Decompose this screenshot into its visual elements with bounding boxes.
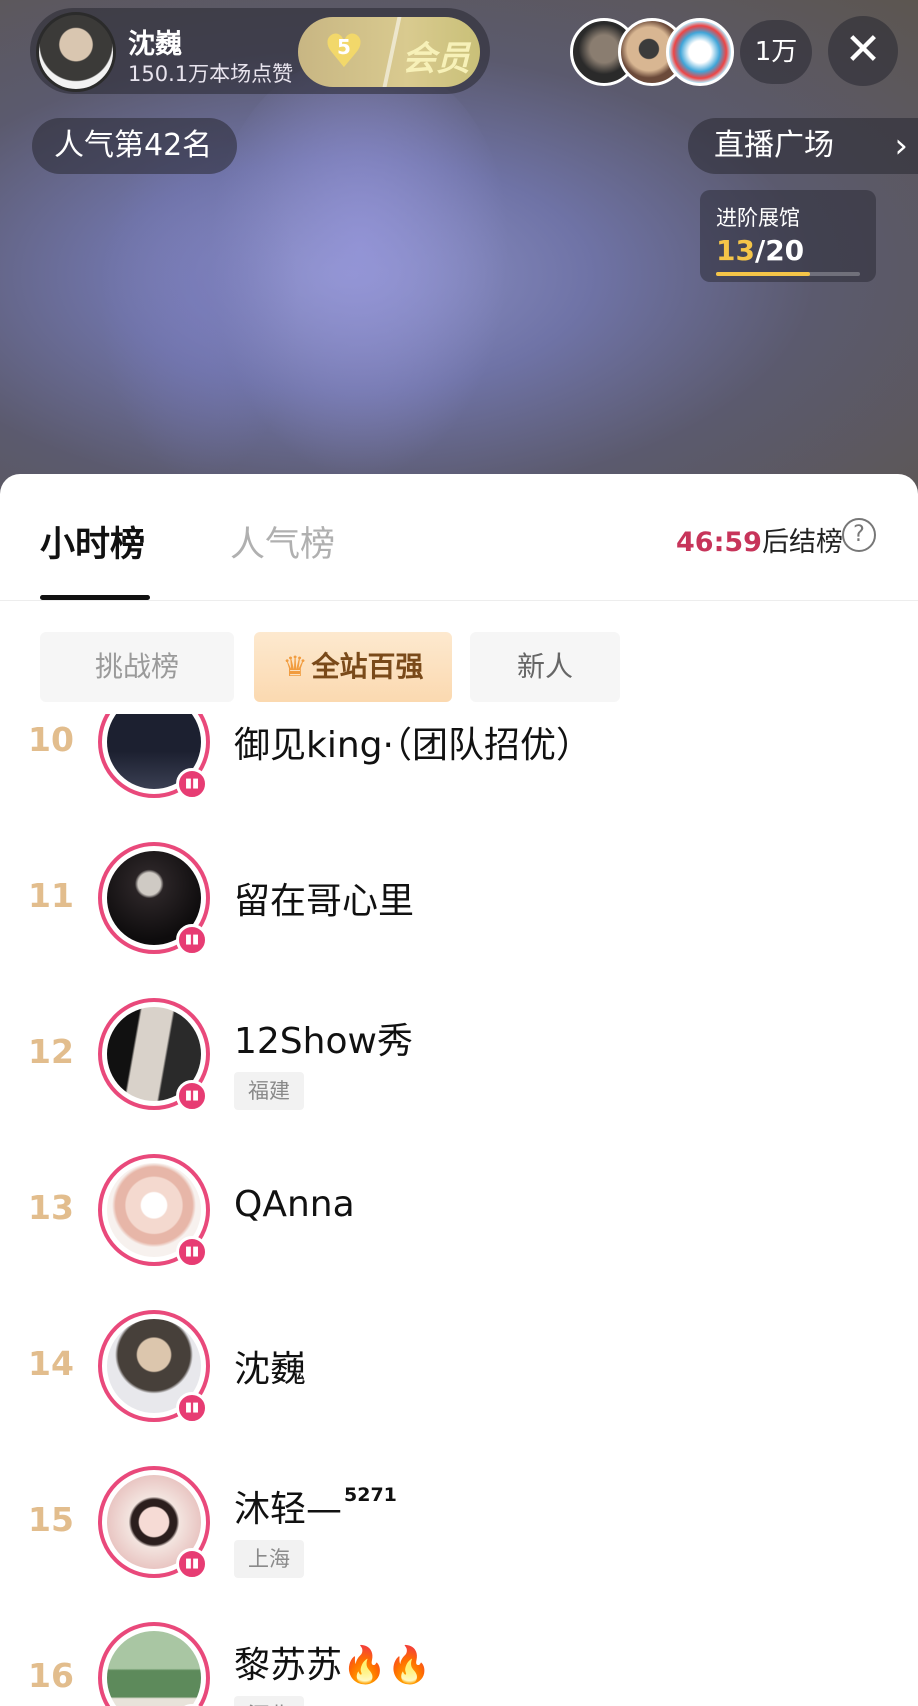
- vip-divider: [382, 17, 402, 87]
- anchor-name: 沐轻— 5271: [234, 1480, 397, 1532]
- close-icon[interactable]: ✕: [828, 16, 898, 86]
- vip-label: 会员: [402, 39, 470, 79]
- rank-number: 10: [28, 720, 74, 759]
- leaderboard-row[interactable]: 14 ▮▮ 沈巍: [0, 1288, 918, 1444]
- gallery-label: 进阶展馆: [716, 206, 800, 230]
- live-indicator-icon: ▮▮: [176, 924, 208, 956]
- anchor-avatar[interactable]: [98, 1622, 210, 1706]
- gallery-progress-fill: [716, 272, 810, 276]
- filter-chip-challenge[interactable]: 挑战榜: [40, 632, 234, 702]
- rank-number: 14: [28, 1344, 74, 1383]
- live-indicator-icon: ▮▮: [176, 1392, 208, 1424]
- anchor-name: 12Show秀: [234, 1012, 413, 1064]
- popularity-rank-badge[interactable]: 人气第42名: [32, 118, 237, 174]
- rank-number: 13: [28, 1188, 74, 1227]
- avatar-image: [107, 1631, 201, 1706]
- chevron-right-icon: ›: [894, 126, 908, 166]
- host-avatar[interactable]: [36, 12, 116, 92]
- vip-level: 5: [337, 35, 351, 59]
- rank-number: 11: [28, 876, 74, 915]
- anchor-name: 御见king·（团队招优）: [234, 716, 592, 768]
- host-likes-count: 150.1万本场点赞: [128, 62, 294, 86]
- gallery-progress-text: 13/20: [716, 234, 804, 267]
- anchor-name-text: QAnna: [234, 1184, 355, 1225]
- anchor-name: QAnna: [234, 1184, 355, 1225]
- live-indicator-icon: ▮▮: [176, 1548, 208, 1580]
- anchor-name-text: 12Show秀: [234, 1021, 413, 1062]
- countdown-suffix: 后结榜: [761, 527, 843, 558]
- filter-chip-newcomer[interactable]: 新人: [470, 632, 620, 702]
- anchor-name: 黎苏苏🔥🔥: [234, 1636, 432, 1688]
- live-plaza-button[interactable]: 直播广场 ›: [688, 118, 918, 174]
- divider: [0, 600, 918, 601]
- help-icon[interactable]: ?: [842, 518, 876, 552]
- countdown-time: 46:59: [676, 527, 762, 558]
- leaderboard-row[interactable]: 13 ▮▮ QAnna: [0, 1132, 918, 1288]
- anchor-name-text: 沐轻—: [234, 1489, 343, 1530]
- advanced-gallery-card[interactable]: 进阶展馆 13/20: [700, 190, 876, 282]
- filter-chip-top100[interactable]: ♛ 全站百强: [254, 632, 452, 702]
- live-plaza-label: 直播广场: [714, 128, 834, 163]
- leaderboard-row[interactable]: 15 ▮▮ 沐轻— 5271 上海: [0, 1444, 918, 1600]
- anchor-name-text: 留在哥心里: [234, 881, 415, 922]
- leaderboard-row[interactable]: 10 ▮▮ 御见king·（团队招优）: [0, 714, 918, 820]
- rank-number: 16: [28, 1656, 74, 1695]
- anchor-name-text: 沈巍: [234, 1349, 307, 1390]
- host-name: 沈巍: [128, 29, 182, 60]
- leaderboard-row[interactable]: 16▮▮黎苏苏🔥🔥河北: [0, 1600, 918, 1706]
- gallery-total: /20: [754, 234, 805, 267]
- anchor-name: 沈巍: [234, 1340, 306, 1392]
- gallery-progress-bar: [716, 272, 860, 276]
- rank-number: 12: [28, 1032, 74, 1071]
- gallery-current: 13: [716, 234, 755, 267]
- tab-hourly-ranking[interactable]: 小时榜: [40, 516, 145, 567]
- region-tag: 福建: [234, 1072, 304, 1110]
- live-indicator-icon: ▮▮: [176, 1080, 208, 1112]
- region-tag: 上海: [234, 1540, 304, 1578]
- leaderboard-row[interactable]: 11 ▮▮ 留在哥心里: [0, 820, 918, 976]
- anchor-name: 留在哥心里: [234, 872, 414, 924]
- crown-icon: ♛: [282, 650, 308, 683]
- anchor-name-text: 御见king·（团队招优）: [234, 725, 592, 766]
- countdown-timer: 46:59后结榜: [676, 520, 843, 559]
- filter-chip-top100-label: 全站百强: [311, 650, 424, 683]
- tab-popularity-ranking[interactable]: 人气榜: [230, 516, 335, 567]
- viewer-count-button[interactable]: 1万: [740, 20, 812, 84]
- anchor-name-superscript: 5271: [344, 1484, 397, 1506]
- anchor-name-text: 黎苏苏🔥🔥: [234, 1645, 432, 1686]
- viewer-avatar[interactable]: [666, 18, 734, 86]
- leaderboard-sheet: 小时榜 人气榜 46:59后结榜 ? 挑战榜 ♛ 全站百强 新人 10 ▮▮ 御见ki…: [0, 474, 918, 1706]
- rank-number: 15: [28, 1500, 74, 1539]
- live-indicator-icon: ▮▮: [176, 1236, 208, 1268]
- video-figure-blur: [100, 120, 300, 480]
- live-indicator-icon: ▮▮: [176, 768, 208, 800]
- leaderboard-row[interactable]: 12 ▮▮ 12Show秀 福建: [0, 976, 918, 1132]
- vip-membership-button[interactable]: ♥ 5 会员: [298, 17, 480, 87]
- leaderboard-list[interactable]: 10 ▮▮ 御见king·（团队招优） 11 ▮▮ 留在哥心里 12 ▮▮ 12Show秀 福建 1…: [0, 714, 918, 1706]
- region-tag: 河北: [234, 1696, 304, 1706]
